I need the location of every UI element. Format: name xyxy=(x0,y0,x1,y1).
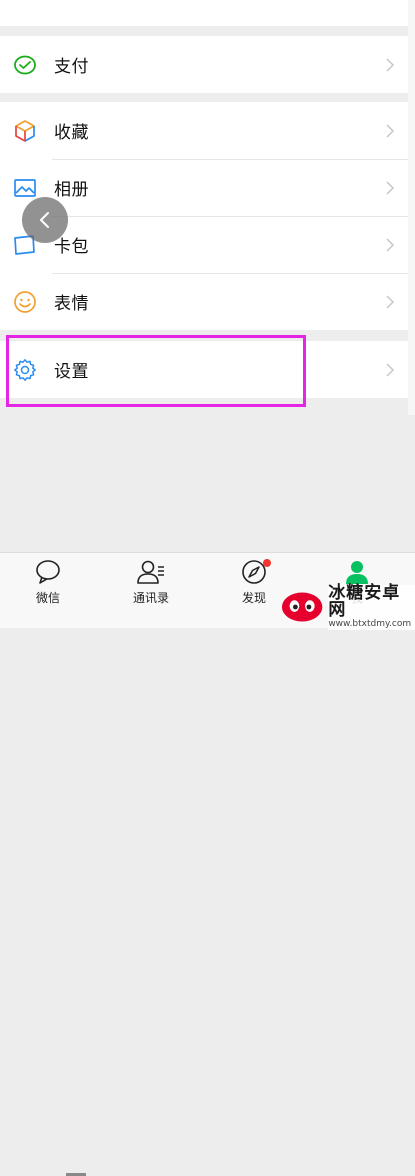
chevron-right-icon xyxy=(386,123,395,138)
tab-chats[interactable]: 微信 xyxy=(8,559,88,606)
wechat-pay-icon xyxy=(13,53,37,77)
menu-item-label: 表情 xyxy=(54,294,89,314)
contacts-icon xyxy=(137,560,164,584)
chevron-right-icon xyxy=(386,362,395,377)
menu-item-label: 支付 xyxy=(54,57,89,77)
menu-item-favorites[interactable]: 收藏 xyxy=(0,102,408,159)
chevron-left-icon xyxy=(40,212,49,228)
smiley-icon xyxy=(13,290,37,314)
chevron-right-icon xyxy=(386,237,395,252)
menu-item-label: 收藏 xyxy=(54,123,89,143)
chat-bubble-icon xyxy=(36,560,60,584)
previous-section-strip xyxy=(0,0,415,26)
logo-emblem-icon xyxy=(281,592,323,622)
tab-label: 通讯录 xyxy=(132,591,169,605)
watermark-url: www.btxtdmy.com xyxy=(328,618,412,629)
favorites-cube-icon xyxy=(13,119,37,143)
watermark-logo: 冰糖安卓网 www.btxtdmy.com xyxy=(280,582,415,630)
me-person-icon xyxy=(346,561,368,584)
chevron-right-icon xyxy=(386,57,395,72)
floating-back-button[interactable] xyxy=(22,197,68,243)
chevron-right-icon xyxy=(386,180,395,195)
watermark-title: 冰糖安卓网 xyxy=(328,582,401,620)
discover-badge-dot xyxy=(263,559,271,567)
settings-highlight-box xyxy=(6,335,306,407)
menu-item-stickers[interactable]: 表情 xyxy=(0,273,408,330)
album-image-icon xyxy=(13,176,37,200)
menu-group-pay: 支付 xyxy=(0,36,408,93)
tab-contacts[interactable]: 通讯录 xyxy=(111,559,191,606)
menu-item-label: 相册 xyxy=(54,180,89,200)
chevron-right-icon xyxy=(386,294,395,309)
menu-item-pay[interactable]: 支付 xyxy=(0,36,408,93)
tab-label: 微信 xyxy=(35,591,60,605)
right-edge-strip xyxy=(408,0,415,415)
